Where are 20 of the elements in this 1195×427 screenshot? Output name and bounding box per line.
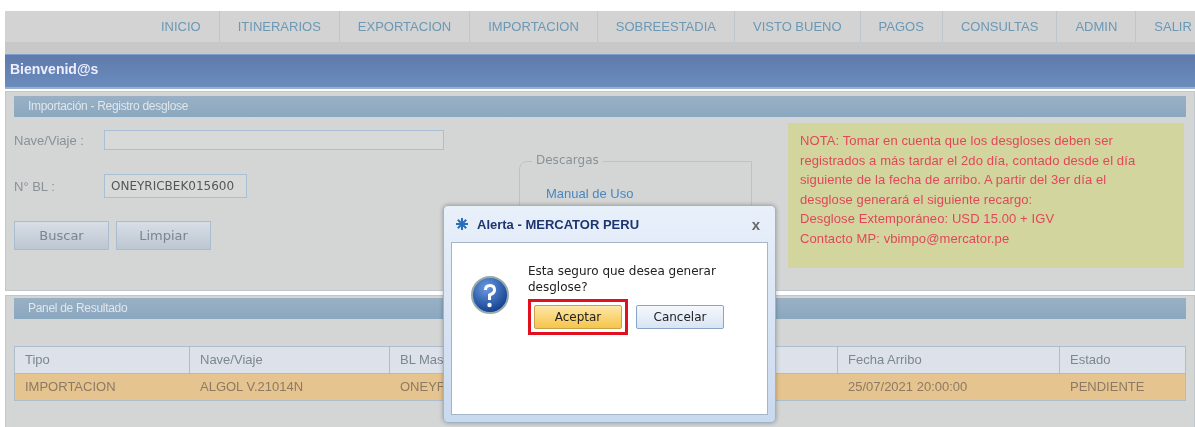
table-cell-text: PENDIENTE (1069, 378, 1146, 396)
table-cell-text: ALGOL V.21014N (199, 378, 305, 396)
field-label: Nave/Viaje : (14, 132, 85, 148)
welcome-text: Bienvenid@s (10, 61, 99, 77)
note-text: Contacto MP: vbimpo@mercator.pe (800, 229, 1011, 248)
note-text: Desglose Extemporáneo: USD 15.00 + IGV (800, 210, 1056, 228)
note-text: NOTA: Tomar en cuenta que los desgloses deben ser registrados a más tardar el 2do día, contado desde el día siguiente de la fecha de arribo. A partir del 3er día el desglose generará el siguiente recargo: (800, 132, 1137, 209)
panel-title: Importación - Registro desglose (28, 99, 189, 113)
column-header: Estado (1069, 351, 1112, 369)
column-header: Fecha Arribo (838, 347, 1060, 373)
table-cell-text: IMPORTACION (24, 378, 117, 396)
field-label: N° BL : (14, 178, 56, 194)
table-cell-text: 25/07/2021 20:00:00 (847, 378, 969, 396)
dialog-title: Alerta - MERCATOR PERU (477, 216, 641, 232)
dialog-message: Esta seguro que desea generar desglose? (528, 263, 717, 295)
fieldset-legend: Descargas (532, 153, 603, 167)
table-cell-text: ONEYF (399, 378, 446, 396)
column-header: Tipo (15, 347, 190, 373)
panel-title: Panel de Resultado (28, 301, 128, 315)
column-header: Nave/Viaje (190, 347, 390, 373)
